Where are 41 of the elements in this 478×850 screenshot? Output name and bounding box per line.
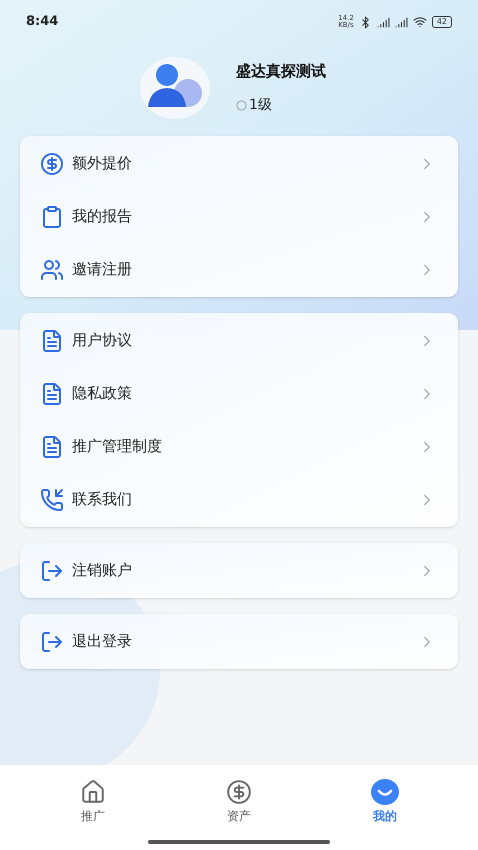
battery-icon: 42	[432, 16, 452, 28]
document-icon	[40, 382, 64, 406]
menu-item[interactable]: 邀请注册	[20, 243, 458, 296]
menu-item[interactable]: 隐私政策	[20, 367, 458, 420]
phone-icon	[40, 488, 64, 512]
user-level: 1级	[249, 96, 272, 115]
menu-item[interactable]: 推广管理制度	[20, 420, 458, 473]
avatar	[140, 57, 210, 119]
smile-icon	[371, 779, 399, 805]
menu-label: 注销账户	[72, 560, 133, 582]
tab[interactable]: 推广	[53, 779, 133, 825]
menu-label: 联系我们	[72, 489, 133, 510]
menu-item[interactable]: 额外提价	[20, 137, 458, 190]
tab[interactable]: 资产	[199, 779, 279, 825]
menu-item[interactable]: 注销账户	[20, 544, 458, 597]
status-time: 8:44	[26, 13, 58, 32]
user-name: 盛达真探测试	[236, 61, 326, 82]
menu-item[interactable]: 用户协议	[20, 314, 458, 367]
dollar-icon	[40, 152, 64, 176]
clipboard-icon	[40, 204, 64, 228]
menu-label: 隐私政策	[72, 383, 133, 404]
wifi-icon	[412, 15, 427, 29]
exit-icon	[40, 558, 64, 582]
menu-item[interactable]: 联系我们	[20, 473, 458, 526]
menu-label: 用户协议	[72, 330, 133, 352]
menu-label: 邀请注册	[72, 259, 133, 280]
menu-label: 额外提价	[72, 153, 133, 174]
menu-label: 推广管理制度	[72, 436, 163, 458]
menu-item[interactable]: 我的报告	[20, 190, 458, 243]
signal-icon	[394, 16, 408, 28]
menu-label: 退出登录	[72, 631, 133, 652]
document-icon	[40, 434, 64, 458]
dollar-icon	[226, 779, 252, 805]
exit-icon	[40, 630, 64, 654]
home-icon	[80, 779, 106, 805]
signal-icon	[376, 16, 390, 28]
users-icon	[40, 258, 64, 282]
document-icon	[40, 328, 64, 352]
tab[interactable]: 我的	[345, 779, 425, 825]
menu-item[interactable]: 退出登录	[20, 615, 458, 668]
menu-label: 我的报告	[72, 206, 133, 228]
